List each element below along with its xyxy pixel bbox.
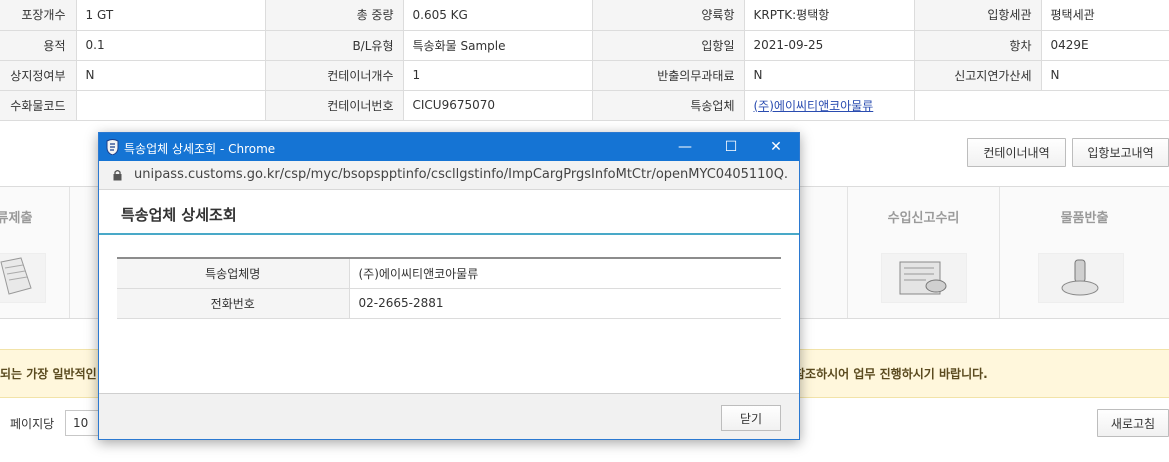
refresh-button[interactable]: 새로고침	[1097, 409, 1169, 437]
popup-footer: 닫기	[99, 393, 799, 439]
label-total-weight: 총 중량	[265, 0, 404, 31]
value-arrival-customs: 평택세관	[1041, 0, 1169, 31]
lock-icon	[113, 169, 122, 181]
label-courier: 특송업체	[592, 90, 745, 121]
close-window-button[interactable]: ✕	[753, 133, 799, 161]
value-container-number: CICU9675070	[403, 90, 593, 121]
url-text: unipass.customs.go.kr/csp/myc/bsopspptin…	[134, 167, 789, 182]
empty-cell	[914, 90, 1169, 121]
label-package-count: 포장개수	[0, 0, 77, 31]
detail-row: 전화번호 02-2665-2881	[117, 288, 781, 319]
step-document-submit: 류제출	[0, 187, 70, 318]
site-logo-icon	[106, 139, 119, 155]
value-courier-name: (주)에이씨티앤코아물류	[349, 258, 781, 289]
value-discharge-port: KRPTK:평택항	[744, 0, 915, 31]
popup-header: 특송업체 상세조회	[99, 191, 799, 235]
arrival-report-button[interactable]: 입항보고내역	[1072, 138, 1169, 167]
popup-heading: 특송업체 상세조회	[121, 206, 237, 224]
label-release-penalty: 반출의무과태료	[592, 60, 745, 91]
value-release-penalty: N	[744, 60, 915, 91]
value-designation: N	[76, 60, 266, 91]
label-voyage: 항차	[914, 30, 1042, 61]
label-designation: 상지정여부	[0, 60, 77, 91]
notice-text-left: 되는 가장 일반적인	[0, 367, 97, 381]
cargo-info-table: 포장개수 1 GT 총 중량 0.605 KG 양륙항 KRPTK:평택항 입항…	[0, 0, 1169, 121]
document-stamp-icon	[881, 253, 967, 303]
window-titlebar[interactable]: 특송업체 상세조회 - Chrome — ☐ ✕	[99, 133, 799, 161]
value-bl-type: 특송화물 Sample	[403, 30, 593, 61]
close-icon: ✕	[770, 139, 782, 155]
step-title: 류제출	[0, 211, 33, 226]
info-row: 수화물코드 컨테이너번호 CICU9675070 특송업체 (주)에이씨티앤코아…	[0, 90, 1169, 121]
document-illustration-icon	[0, 253, 46, 303]
step-title: 수입신고수리	[887, 211, 960, 226]
detail-row: 특송업체명 (주)에이씨티앤코아물류	[117, 258, 781, 289]
label-late-surcharge: 신고지연가산세	[914, 60, 1042, 91]
info-row: 포장개수 1 GT 총 중량 0.605 KG 양륙항 KRPTK:평택항 입항…	[0, 0, 1169, 31]
label-volume: 용적	[0, 30, 77, 61]
courier-detail-table: 특송업체명 (주)에이씨티앤코아물류 전화번호 02-2665-2881	[117, 257, 781, 319]
label-courier-name: 특송업체명	[117, 258, 350, 289]
close-button[interactable]: 닫기	[721, 405, 781, 431]
maximize-button[interactable]: ☐	[708, 133, 754, 161]
value-total-weight: 0.605 KG	[403, 0, 593, 31]
maximize-icon: ☐	[724, 139, 738, 155]
label-baggage-code: 수화물코드	[0, 90, 77, 121]
step-import-accept: 수입신고수리	[848, 187, 1000, 318]
label-container-number: 컨테이너번호	[265, 90, 404, 121]
minimize-icon: —	[678, 139, 692, 155]
page-size-label: 페이지당	[10, 417, 55, 431]
value-arrival-date: 2021-09-25	[744, 30, 915, 61]
info-row: 상지정여부 N 컨테이너개수 1 반출의무과태료 N 신고지연가산세 N	[0, 60, 1169, 91]
label-phone: 전화번호	[117, 288, 350, 319]
value-package-count: 1 GT	[76, 0, 266, 31]
courier-link[interactable]: (주)에이씨티앤코아물류	[754, 99, 874, 113]
step-goods-release: 물품반출	[1000, 187, 1169, 318]
label-container-count: 컨테이너개수	[265, 60, 404, 91]
value-container-count: 1	[403, 60, 593, 91]
window-title: 특송업체 상세조회 - Chrome	[124, 142, 276, 156]
value-baggage-code	[76, 90, 266, 121]
info-row: 용적 0.1 B/L유형 특송화물 Sample 입항일 2021-09-25 …	[0, 30, 1169, 61]
label-arrival-date: 입항일	[592, 30, 745, 61]
container-list-button[interactable]: 컨테이너내역	[967, 138, 1066, 167]
value-voyage: 0429E	[1041, 30, 1169, 61]
stamp-illustration-icon	[1038, 253, 1124, 303]
minimize-button[interactable]: —	[662, 133, 708, 161]
value-late-surcharge: N	[1041, 60, 1169, 91]
notice-text-right: 참조하시어 업무 진행하시기 바랍니다.	[794, 367, 988, 381]
value-courier: (주)에이씨티앤코아물류	[744, 90, 915, 121]
label-bl-type: B/L유형	[265, 30, 404, 61]
label-arrival-customs: 입항세관	[914, 0, 1042, 31]
value-phone: 02-2665-2881	[349, 288, 781, 319]
label-discharge-port: 양륙항	[592, 0, 745, 31]
value-volume: 0.1	[76, 30, 266, 61]
courier-detail-popup: 특송업체 상세조회 - Chrome — ☐ ✕ unipass.customs…	[98, 132, 800, 440]
address-bar[interactable]: unipass.customs.go.kr/csp/myc/bsopspptin…	[99, 161, 799, 190]
step-title: 물품반출	[1060, 211, 1109, 226]
